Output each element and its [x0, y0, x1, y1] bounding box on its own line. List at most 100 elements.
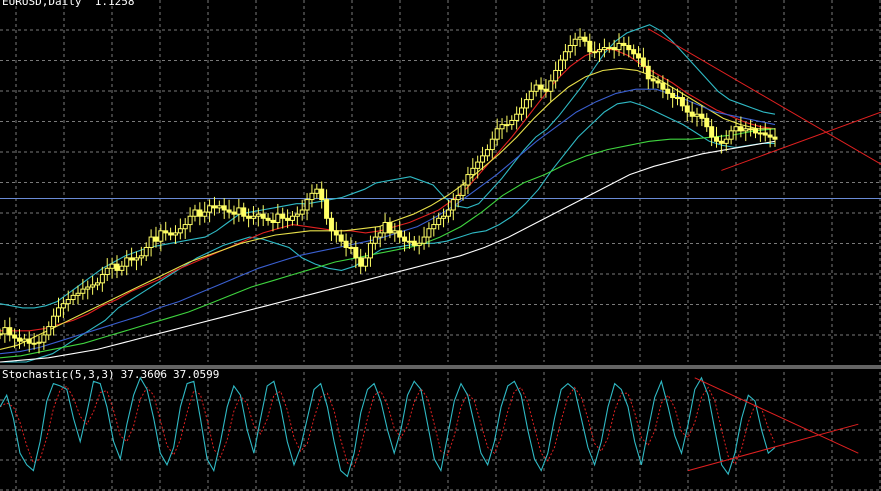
stochastic-main-line [0, 376, 776, 478]
candle-body [694, 113, 700, 117]
candle-body [353, 246, 359, 259]
stochastic-trendline [687, 423, 859, 472]
candle-body [163, 230, 169, 234]
candle-body [221, 205, 227, 211]
candle-body [90, 284, 96, 288]
candle-body [572, 38, 578, 46]
candle-body [343, 240, 349, 248]
candle-body [650, 78, 656, 82]
candle-body [631, 49, 637, 55]
candle-body [743, 128, 749, 132]
candle-body [348, 246, 354, 249]
candle-body [80, 288, 86, 294]
candle-body [182, 224, 188, 230]
candle-body [655, 80, 661, 84]
candle-body [489, 138, 495, 151]
candle-body [109, 263, 115, 269]
candle-body [211, 205, 217, 209]
candle-body [94, 282, 100, 286]
stochastic-name: Stochastic(5,3,3) [2, 368, 115, 381]
candle-body [202, 211, 208, 217]
candle-body [753, 128, 759, 134]
candle-body [611, 47, 617, 51]
candle-body [665, 88, 671, 94]
stochastic-signal-line [0, 385, 776, 468]
stochastic-lines [0, 376, 776, 478]
candle-body [172, 232, 178, 236]
candle-body [60, 303, 66, 309]
candle-body [138, 255, 144, 259]
candle-body [411, 240, 417, 246]
candle-body [484, 149, 490, 157]
candle-body [723, 138, 729, 144]
candle-body [509, 119, 515, 126]
candle-body [143, 246, 149, 257]
candle-body [718, 140, 724, 144]
candle-body [7, 327, 13, 336]
candle-body [762, 132, 768, 136]
candle-body [577, 36, 583, 40]
candle-body [70, 294, 76, 301]
candle-body [728, 130, 734, 140]
candle-body [397, 230, 403, 238]
candle-body [772, 136, 778, 140]
candle-body [304, 199, 310, 211]
candle-body [699, 113, 705, 119]
candle-body [367, 242, 373, 259]
candle-body [499, 124, 505, 130]
candle-body [533, 84, 539, 92]
candle-body [377, 232, 383, 238]
candle-body [562, 51, 568, 61]
main-indicators [0, 24, 776, 363]
candle-body [504, 124, 510, 127]
candle-body [480, 155, 486, 163]
candle-body [372, 236, 378, 244]
candle-body [289, 215, 295, 221]
candle-body [36, 341, 42, 344]
candle-body [597, 49, 603, 53]
candle-body [338, 234, 344, 242]
candle-body [0, 333, 3, 336]
candle-body [158, 230, 164, 242]
candle-body [333, 230, 339, 236]
candle-body [679, 97, 685, 107]
candle-body [436, 217, 442, 226]
candle-body [465, 174, 471, 186]
candle-body [416, 242, 422, 246]
candle-body [231, 211, 237, 215]
candle-body [207, 205, 213, 213]
candle-body [51, 315, 57, 328]
candle-body [689, 111, 695, 117]
candle-body [748, 128, 754, 131]
ma-line [0, 88, 776, 355]
candle-body [406, 240, 412, 243]
candle-body [523, 99, 529, 109]
ma-line [0, 49, 776, 332]
candle-body [21, 338, 27, 342]
candle-body [241, 207, 247, 217]
candle-body [558, 59, 564, 71]
candle-body [153, 236, 159, 242]
candle-body [421, 236, 427, 244]
candle-body [387, 221, 393, 234]
candle-body [299, 209, 305, 215]
candle-body [280, 213, 286, 219]
candle-body [626, 44, 632, 51]
candle-body [636, 53, 642, 59]
candle-body [392, 230, 398, 234]
candle-body [226, 209, 232, 213]
candle-body [192, 209, 198, 217]
candle-body [85, 286, 91, 290]
candle-body [294, 213, 300, 217]
candle-body [601, 47, 607, 51]
candle-body [255, 213, 261, 217]
candle-body [319, 188, 325, 201]
stochastic-main-value: 37.3606 [120, 368, 167, 381]
candle-body [704, 117, 710, 128]
stochastic-title: Stochastic(5,3,3) 37.3606 37.0599 [2, 368, 225, 381]
candle-body [260, 213, 266, 219]
candle-body [324, 199, 330, 219]
candle-body [606, 47, 612, 50]
candle-body [645, 65, 651, 80]
candle-body [445, 209, 451, 217]
